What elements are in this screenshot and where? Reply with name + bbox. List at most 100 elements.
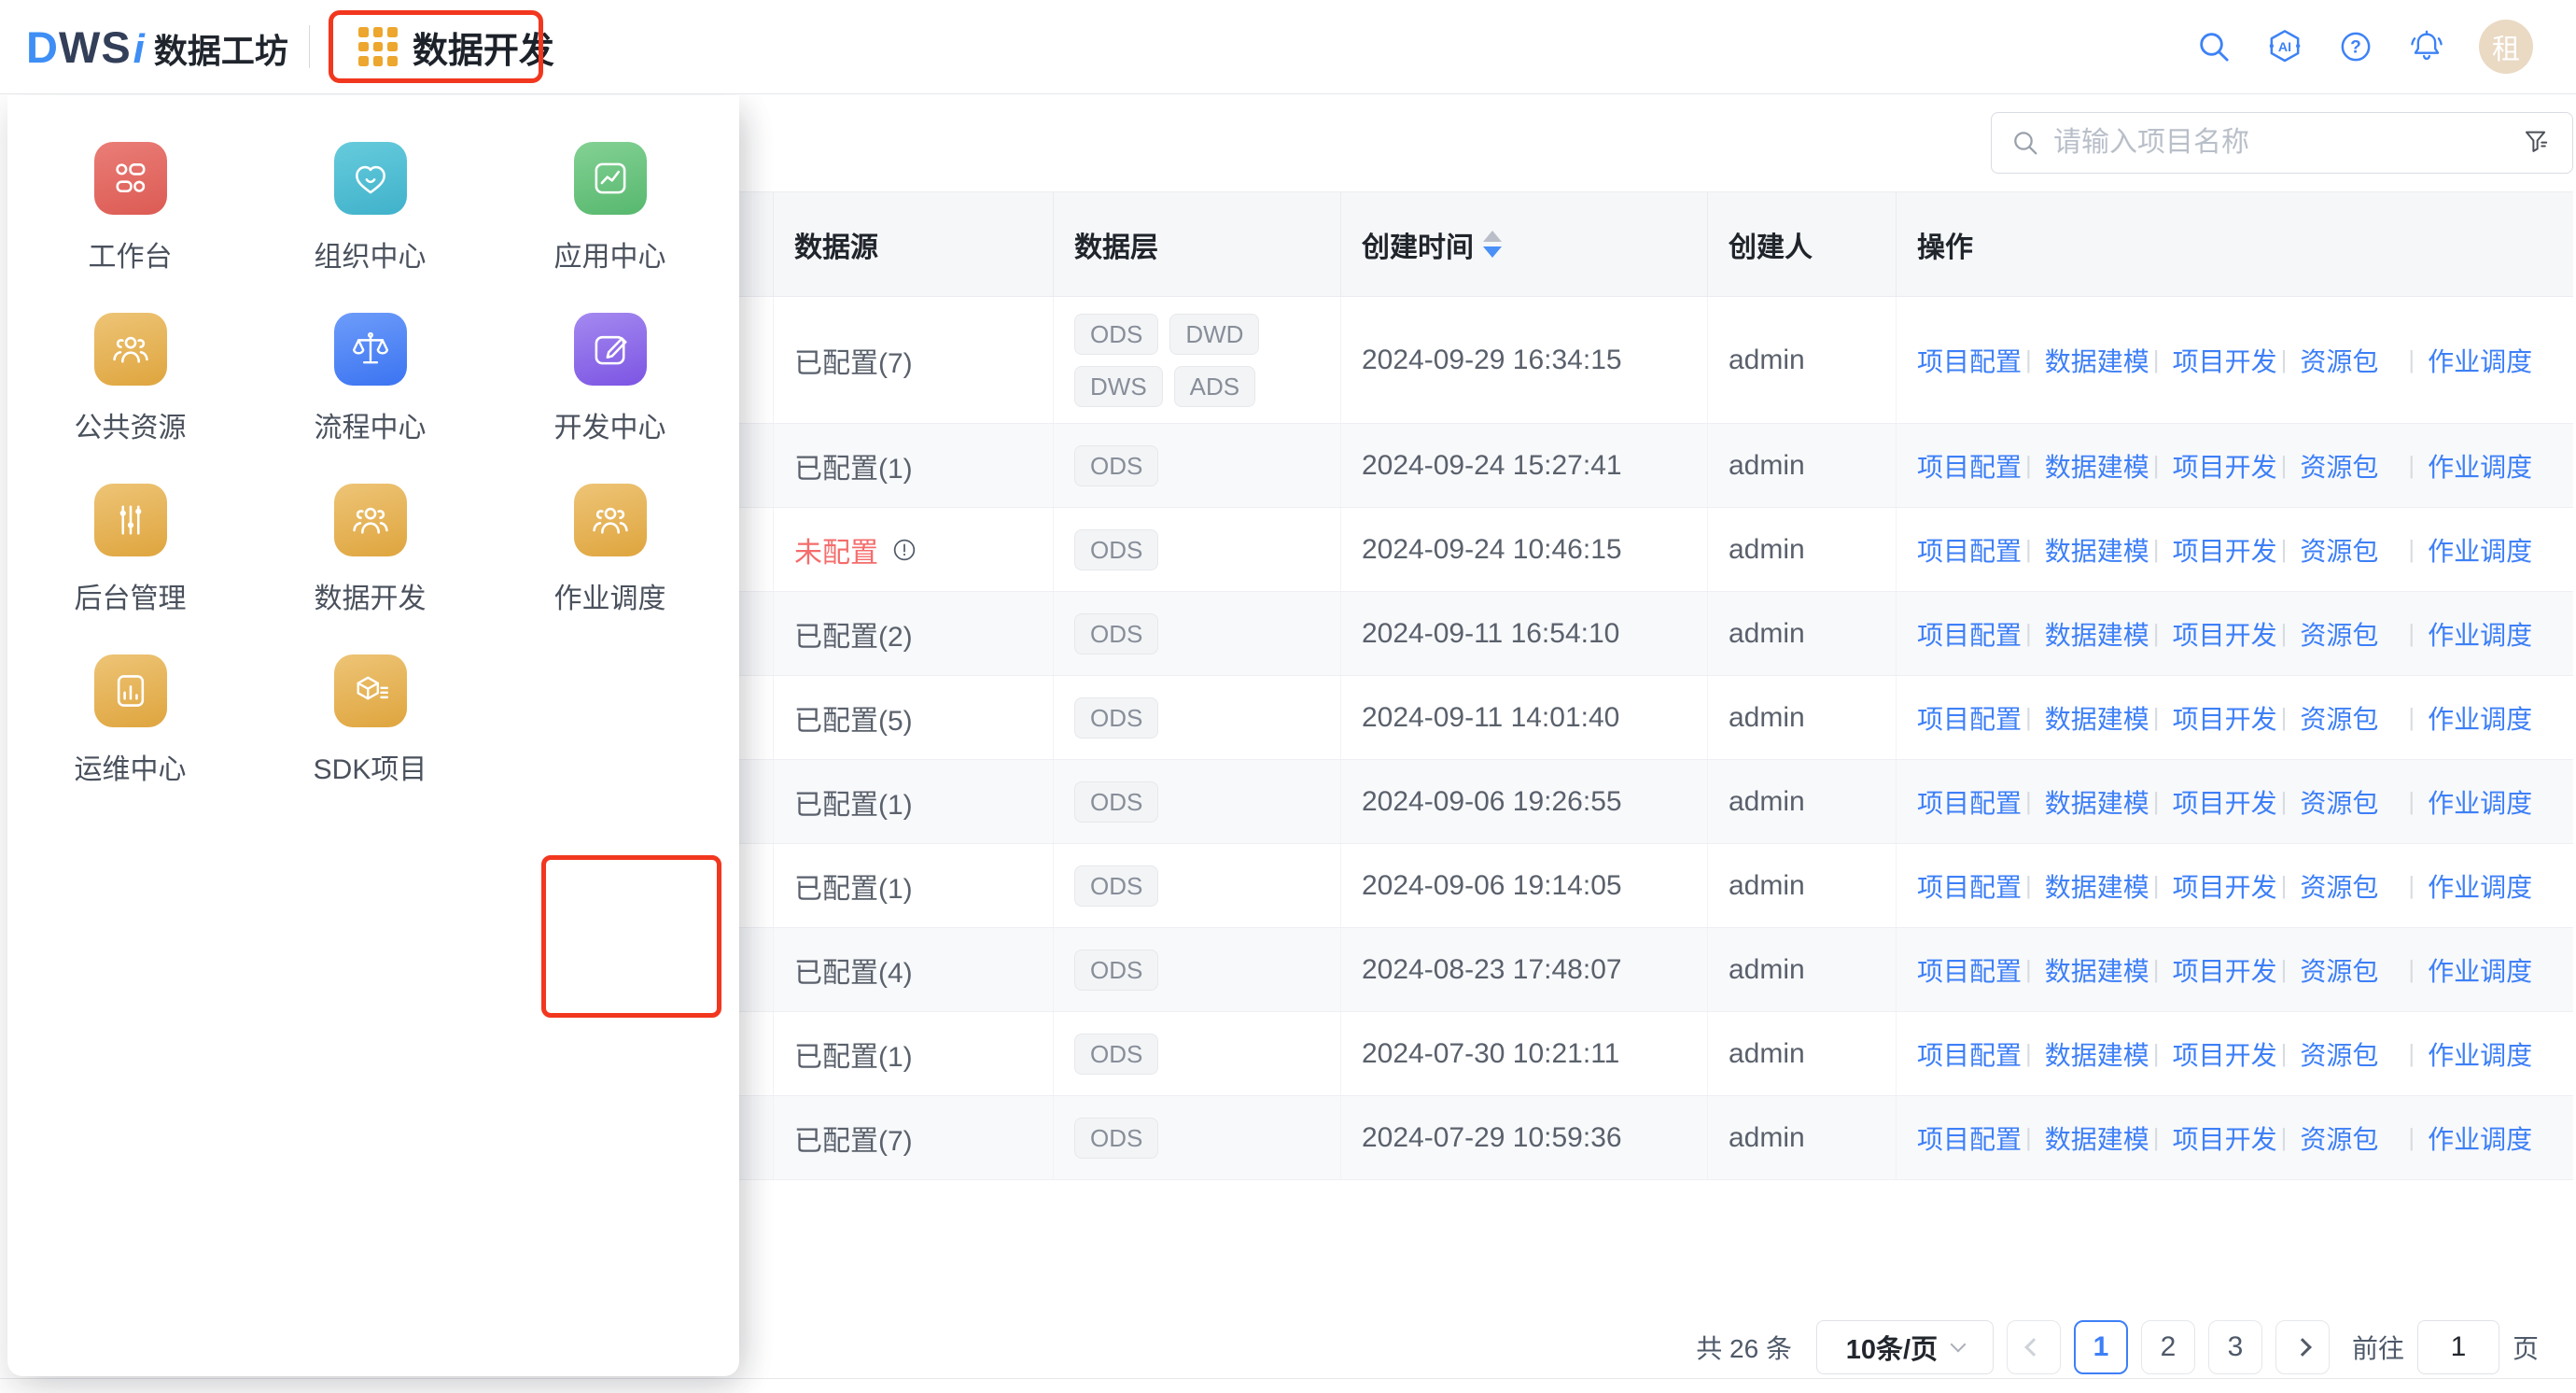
svg-text:?: ? (2350, 38, 2361, 58)
page-size-select[interactable]: 10条/页 (1816, 1320, 1994, 1374)
action-link-项目开发[interactable]: 项目开发 (2173, 783, 2277, 821)
sort-control[interactable] (1483, 231, 1502, 258)
action-link-数据建模[interactable]: 数据建模 (2045, 951, 2149, 989)
action-link-数据建模[interactable]: 数据建模 (2045, 783, 2149, 821)
top-navbar: DWSi 数据工坊 数据开发 AI (0, 0, 2576, 94)
page-button-2[interactable]: 2 (2141, 1320, 2195, 1374)
app-menu-item-数据开发[interactable]: 数据开发 (250, 484, 490, 654)
action-separator: | (2153, 1039, 2160, 1068)
ai-assistant-icon[interactable]: AI (2266, 28, 2303, 65)
action-link-项目配置[interactable]: 项目配置 (1917, 447, 2022, 485)
datalayer-cell: ODS (1054, 760, 1341, 843)
app-menu-item-label: 流程中心 (315, 404, 427, 445)
tenant-avatar[interactable]: 租 (2479, 20, 2533, 74)
action-link-资源包[interactable]: 资源包 (2300, 867, 2404, 905)
info-circle-icon[interactable] (889, 535, 919, 565)
datasource-cell: 已配置(2) (774, 592, 1054, 675)
action-link-作业调度[interactable]: 作业调度 (2428, 1119, 2532, 1157)
sort-ascending-icon[interactable] (1483, 231, 1502, 242)
people-icon (94, 313, 167, 386)
action-link-项目开发[interactable]: 项目开发 (2173, 615, 2277, 653)
datalayer-tag-ODS: ODS (1074, 1118, 1158, 1159)
action-link-项目开发[interactable]: 项目开发 (2173, 951, 2277, 989)
action-link-资源包[interactable]: 资源包 (2300, 951, 2404, 989)
action-link-资源包[interactable]: 资源包 (2300, 1035, 2404, 1073)
action-link-作业调度[interactable]: 作业调度 (2428, 1035, 2532, 1073)
notification-bell-icon[interactable] (2408, 28, 2445, 65)
project-search-box (1991, 112, 2573, 174)
action-link-数据建模[interactable]: 数据建模 (2045, 867, 2149, 905)
action-link-数据建模[interactable]: 数据建模 (2045, 447, 2149, 485)
app-switcher-button[interactable]: 数据开发 (329, 10, 584, 83)
action-link-数据建模[interactable]: 数据建模 (2045, 342, 2149, 379)
action-link-项目开发[interactable]: 项目开发 (2173, 447, 2277, 485)
action-link-作业调度[interactable]: 作业调度 (2428, 447, 2532, 485)
action-link-作业调度[interactable]: 作业调度 (2428, 951, 2532, 989)
app-grid-icon (358, 27, 398, 66)
page-button-1[interactable]: 1 (2074, 1320, 2128, 1374)
app-menu-item-公共资源[interactable]: 公共资源 (10, 313, 250, 484)
action-link-项目配置[interactable]: 项目配置 (1917, 531, 2022, 569)
help-icon[interactable]: ? (2337, 28, 2374, 65)
column-header-操作: 操作 (1897, 192, 2573, 296)
action-link-项目配置[interactable]: 项目配置 (1917, 342, 2022, 379)
action-link-资源包[interactable]: 资源包 (2300, 447, 2404, 485)
action-link-数据建模[interactable]: 数据建模 (2045, 531, 2149, 569)
action-link-项目配置[interactable]: 项目配置 (1917, 951, 2022, 989)
action-link-项目开发[interactable]: 项目开发 (2173, 531, 2277, 569)
prev-page-button[interactable] (2007, 1320, 2061, 1374)
action-link-项目开发[interactable]: 项目开发 (2173, 342, 2277, 379)
action-link-作业调度[interactable]: 作业调度 (2428, 531, 2532, 569)
action-link-项目配置[interactable]: 项目配置 (1917, 615, 2022, 653)
table-row: 已配置(1)ODS2024-09-06 19:14:05admin项目配置|数据… (709, 844, 2573, 928)
action-link-资源包[interactable]: 资源包 (2300, 1119, 2404, 1157)
app-menu-item-运维中心[interactable]: 运维中心 (10, 654, 250, 825)
action-link-数据建模[interactable]: 数据建模 (2045, 1035, 2149, 1073)
datalayer-tags: ODS (1074, 1103, 1158, 1174)
column-header-label: 创建人 (1729, 224, 1813, 265)
action-link-项目配置[interactable]: 项目配置 (1917, 1119, 2022, 1157)
action-link-数据建模[interactable]: 数据建模 (2045, 615, 2149, 653)
action-link-项目配置[interactable]: 项目配置 (1917, 867, 2022, 905)
action-link-资源包[interactable]: 资源包 (2300, 783, 2404, 821)
action-link-作业调度[interactable]: 作业调度 (2428, 699, 2532, 737)
app-menu-item-组织中心[interactable]: 组织中心 (250, 142, 490, 313)
action-link-资源包[interactable]: 资源包 (2300, 699, 2404, 737)
action-link-资源包[interactable]: 资源包 (2300, 615, 2404, 653)
page-button-3[interactable]: 3 (2208, 1320, 2262, 1374)
action-link-作业调度[interactable]: 作业调度 (2428, 615, 2532, 653)
action-link-数据建模[interactable]: 数据建模 (2045, 699, 2149, 737)
action-link-作业调度[interactable]: 作业调度 (2428, 867, 2532, 905)
action-link-项目配置[interactable]: 项目配置 (1917, 699, 2022, 737)
action-separator: | (2025, 451, 2032, 480)
action-link-项目开发[interactable]: 项目开发 (2173, 867, 2277, 905)
datalayer-tags: ODS (1074, 1019, 1158, 1090)
sort-descending-icon[interactable] (1483, 246, 1502, 258)
app-menu-item-工作台[interactable]: 工作台 (10, 142, 250, 313)
action-link-项目配置[interactable]: 项目配置 (1917, 1035, 2022, 1073)
app-menu-item-后台管理[interactable]: 后台管理 (10, 484, 250, 654)
created-time-cell: 2024-09-24 10:46:15 (1341, 508, 1708, 591)
action-link-项目开发[interactable]: 项目开发 (2173, 1119, 2277, 1157)
action-link-项目配置[interactable]: 项目配置 (1917, 783, 2022, 821)
action-link-资源包[interactable]: 资源包 (2300, 531, 2404, 569)
datalayer-tags: ODS (1074, 767, 1158, 837)
filter-funnel-icon[interactable] (2522, 127, 2554, 159)
app-menu-item-流程中心[interactable]: 流程中心 (250, 313, 490, 484)
next-page-button[interactable] (2275, 1320, 2330, 1374)
action-separator: | (2153, 1123, 2160, 1152)
action-link-资源包[interactable]: 资源包 (2300, 342, 2404, 379)
goto-page-input[interactable] (2417, 1320, 2499, 1374)
action-link-项目开发[interactable]: 项目开发 (2173, 1035, 2277, 1073)
chevron-down-icon (1951, 1337, 1967, 1353)
app-menu-item-应用中心[interactable]: 应用中心 (490, 142, 730, 313)
app-menu-item-开发中心[interactable]: 开发中心 (490, 313, 730, 484)
action-link-作业调度[interactable]: 作业调度 (2428, 783, 2532, 821)
project-search-input[interactable] (2053, 127, 2509, 159)
action-link-数据建模[interactable]: 数据建模 (2045, 1119, 2149, 1157)
app-menu-item-作业调度[interactable]: 作业调度 (490, 484, 730, 654)
action-link-作业调度[interactable]: 作业调度 (2428, 342, 2532, 379)
search-icon[interactable] (2195, 28, 2233, 65)
app-menu-item-SDK项目[interactable]: SDK项目 (250, 654, 490, 825)
action-link-项目开发[interactable]: 项目开发 (2173, 699, 2277, 737)
